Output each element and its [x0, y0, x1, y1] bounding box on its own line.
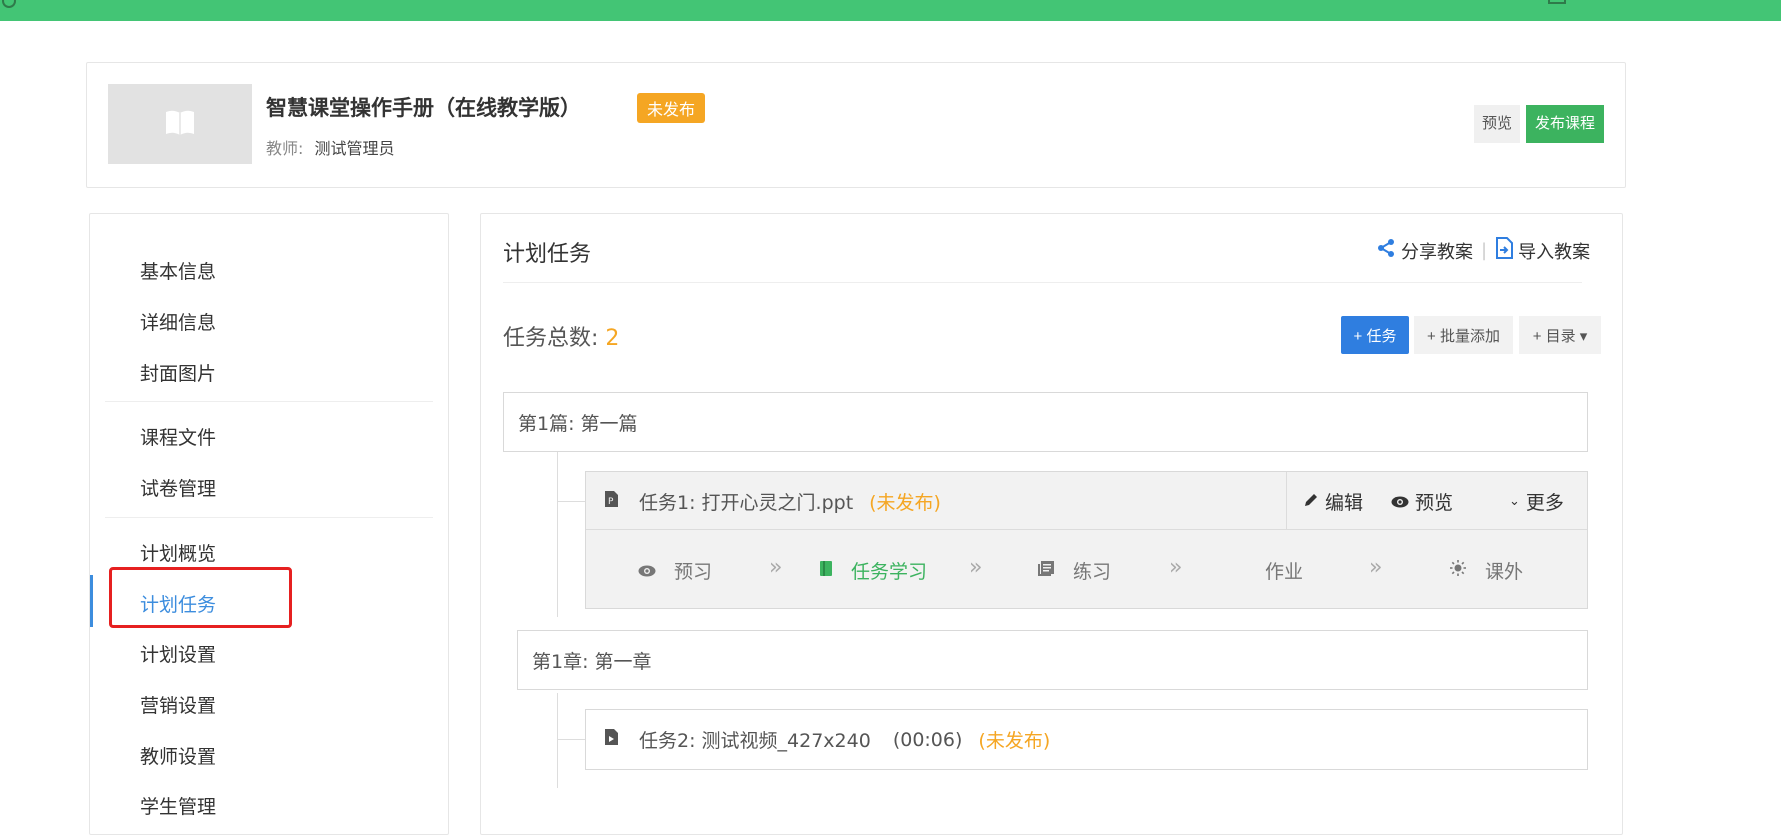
course-header-card: 智慧课堂操作手册（在线教学版） 未发布 教师: 测试管理员 预览 发布课程	[86, 62, 1626, 188]
video-file-icon	[604, 728, 619, 751]
tree-connector	[557, 452, 558, 617]
task-row[interactable]: P 任务1: 打开心灵之门.ppt (未发布) 编辑 预览 ⌄ 更多 预习 » …	[585, 471, 1588, 609]
tree-connector	[557, 739, 585, 740]
divider: |	[1481, 240, 1488, 261]
sidebar-item-detail-info[interactable]: 详细信息	[140, 308, 216, 335]
eye-icon	[1391, 491, 1409, 513]
import-lesson-plan-link[interactable]: 导入教案	[1518, 238, 1590, 264]
header-divider	[503, 282, 1582, 283]
sidebar-divider	[105, 401, 433, 402]
sidebar-divider	[105, 517, 433, 518]
sidebar-item-student-management[interactable]: 学生管理	[140, 792, 216, 819]
sidebar-item-teacher-settings[interactable]: 教师设置	[140, 742, 216, 769]
section-row[interactable]: 第1篇: 第一篇	[503, 392, 1588, 452]
step-label: 课外	[1485, 561, 1524, 583]
tree-connector	[557, 501, 585, 502]
chevron-down-icon: ⌄	[1509, 494, 1520, 509]
sidebar-item-exam-management[interactable]: 试卷管理	[140, 474, 216, 501]
lesson-plan-actions: 分享教案 | 导入教案	[1376, 237, 1590, 264]
course-status-badge: 未发布	[637, 93, 706, 123]
task-row-header: P 任务1: 打开心灵之门.ppt (未发布) 编辑 预览 ⌄ 更多	[586, 472, 1587, 530]
task-status: (未发布)	[869, 492, 941, 514]
section-row[interactable]: 第1章: 第一章	[517, 630, 1588, 690]
pencil-icon	[1303, 491, 1319, 513]
more-actions-dropdown[interactable]: ⌄ 更多	[1509, 488, 1564, 515]
course-teacher: 教师: 测试管理员	[266, 135, 395, 159]
sidebar-item-cover-image[interactable]: 封面图片	[140, 359, 216, 386]
task-name[interactable]: 任务2: 测试视频_427x240	[639, 726, 871, 753]
highlight-annotation-box	[109, 567, 292, 628]
plan-tasks-panel: 计划任务 分享教案 | 导入教案 任务总数: 2 + 任务 + 批量添加 + 目…	[480, 213, 1623, 835]
double-chevron-right-icon: »	[769, 555, 783, 580]
step-label: 练习	[1073, 561, 1112, 583]
section-title: 第1章: 第一章	[532, 650, 652, 673]
task-row[interactable]: 任务2: 测试视频_427x240 (00:06) (未发布)	[585, 709, 1588, 770]
step-practice[interactable]: 练习	[1037, 557, 1111, 584]
sidebar-item-basic-info[interactable]: 基本信息	[140, 257, 216, 284]
sidebar-item-course-files[interactable]: 课程文件	[140, 423, 216, 450]
sidebar-item-plan-overview[interactable]: 计划概览	[140, 539, 216, 566]
top-nav-bar	[0, 0, 1781, 21]
course-settings-sidebar: 基本信息 详细信息 封面图片 课程文件 试卷管理 计划概览 计划任务 计划设置 …	[89, 213, 449, 835]
logo-icon	[2, 0, 16, 8]
sidebar-active-indicator	[90, 575, 93, 627]
preview-label: 预览	[1415, 492, 1454, 514]
course-cover-image	[108, 84, 252, 164]
edit-label: 编辑	[1325, 492, 1364, 514]
list-icon	[1037, 560, 1055, 582]
task-activity-steps: 预习 » 任务学习 » 练习 » 作业 » 课外	[586, 530, 1587, 608]
import-file-icon	[1495, 237, 1514, 264]
more-label: 更多	[1525, 492, 1564, 514]
add-task-button[interactable]: + 任务	[1341, 316, 1409, 354]
step-label: 作业	[1265, 561, 1304, 583]
step-label: 任务学习	[851, 561, 928, 583]
step-label: 预习	[674, 561, 713, 583]
task-duration: (00:06)	[892, 728, 963, 751]
preview-course-button[interactable]: 预览	[1474, 105, 1520, 143]
user-menu-icon[interactable]	[1548, 0, 1566, 4]
task-info: 任务2: 测试视频_427x240 (00:06) (未发布)	[604, 726, 1050, 753]
double-chevron-right-icon: »	[1369, 555, 1383, 580]
sidebar-item-marketing-settings[interactable]: 营销设置	[140, 691, 216, 718]
share-icon	[1376, 238, 1396, 263]
eye-icon	[638, 560, 656, 582]
task-name[interactable]: 任务1: 打开心灵之门.ppt	[639, 488, 853, 515]
share-lesson-plan-link[interactable]: 分享教案	[1401, 238, 1473, 264]
course-title: 智慧课堂操作手册（在线教学版）	[266, 96, 581, 120]
page-title: 计划任务	[503, 242, 592, 267]
edit-task-button[interactable]: 编辑	[1303, 488, 1363, 515]
step-preview[interactable]: 预习	[638, 557, 712, 584]
tree-connector	[557, 693, 558, 788]
book-icon	[819, 560, 833, 582]
double-chevron-right-icon: »	[1169, 555, 1183, 580]
task-total-label: 任务总数:	[503, 326, 599, 351]
task-info: P 任务1: 打开心灵之门.ppt (未发布)	[604, 488, 941, 515]
sidebar-item-plan-settings[interactable]: 计划设置	[140, 640, 216, 667]
step-extracurricular[interactable]: 课外	[1449, 557, 1523, 584]
book-icon	[166, 110, 194, 135]
sun-icon	[1449, 559, 1467, 582]
task-total-value: 2	[605, 326, 620, 351]
task-total: 任务总数: 2	[503, 320, 619, 352]
step-homework[interactable]: 作业	[1265, 557, 1303, 584]
preview-task-button[interactable]: 预览	[1391, 488, 1453, 515]
section-title: 第1篇: 第一篇	[518, 412, 638, 435]
double-chevron-right-icon: »	[969, 555, 983, 580]
publish-course-button[interactable]: 发布课程	[1526, 105, 1604, 143]
step-task-learning[interactable]: 任务学习	[819, 557, 927, 584]
teacher-name: 测试管理员	[314, 139, 395, 158]
task-status: (未发布)	[978, 730, 1051, 752]
add-catalog-dropdown[interactable]: + 目录 ▾	[1519, 316, 1601, 354]
batch-add-button[interactable]: + 批量添加	[1414, 316, 1513, 354]
task-actions: 编辑 预览 ⌄ 更多	[1286, 472, 1588, 529]
svg-text:P: P	[608, 497, 614, 507]
teacher-label: 教师:	[266, 139, 304, 158]
ppt-file-icon: P	[604, 490, 619, 513]
